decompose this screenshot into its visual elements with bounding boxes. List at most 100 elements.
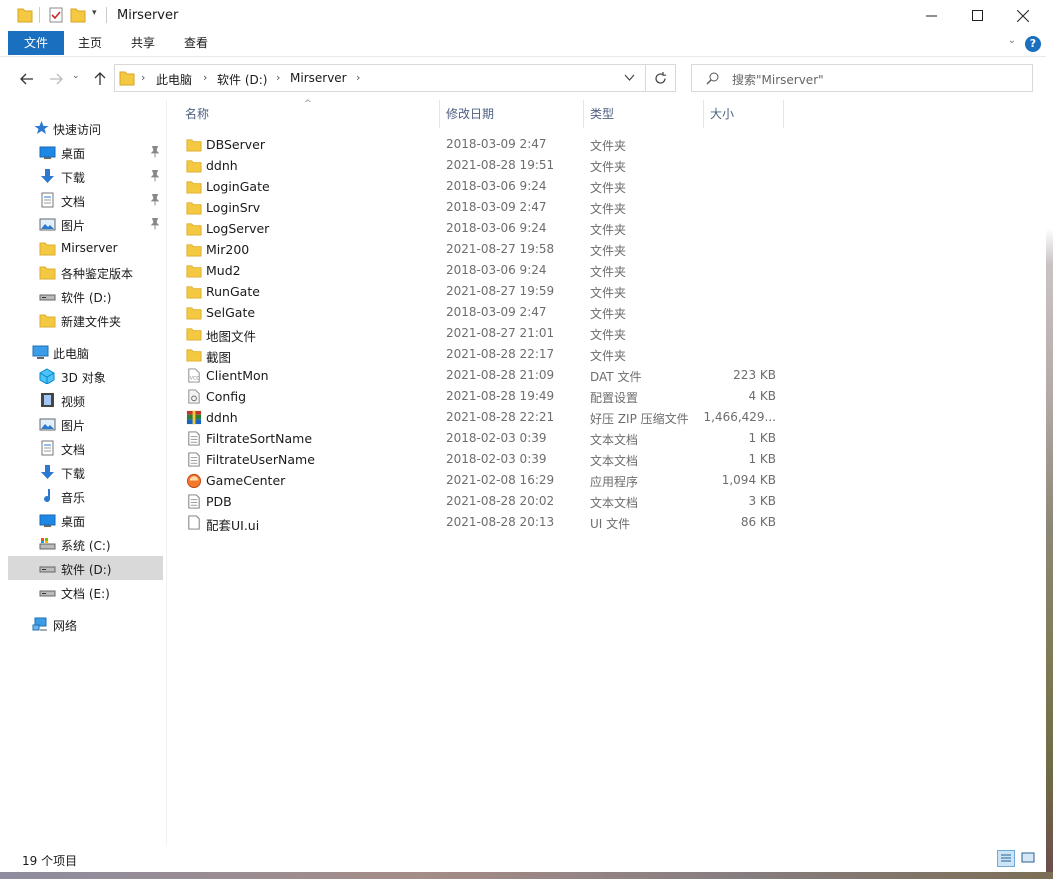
column-divider[interactable] <box>439 100 440 128</box>
breadcrumb-this-pc[interactable]: 此电脑 <box>156 71 192 88</box>
tab-share[interactable]: 共享 <box>123 31 163 55</box>
expand-ribbon-chevron-icon[interactable]: ⌄ <box>1008 35 1016 46</box>
sidebar-item-label: 桌面 <box>61 515 86 529</box>
recent-locations-chevron-icon[interactable]: ⌄ <box>72 71 80 81</box>
navigation-pane: 快速访问 桌面 下载 文档 图片 Mirserver 各种鉴定版本 软件 (D:) 新建文件夹… <box>0 100 167 845</box>
ribbon-tabs: 文件 主页 共享 查看 ⌄ ? <box>0 31 1046 56</box>
sidebar-item-quick[interactable]: 新建文件夹 <box>8 308 163 332</box>
file-row[interactable]: ddnh 2021-08-28 22:21 好压 ZIP 压缩文件 1,466,429… <box>178 407 1046 428</box>
file-row[interactable]: ddnh 2021-08-28 19:51 文件夹 <box>178 155 1046 176</box>
column-header-type[interactable]: 类型 <box>590 100 614 128</box>
column-divider[interactable] <box>583 100 584 128</box>
file-date: 2021-08-27 19:58 <box>446 242 555 256</box>
tab-home[interactable]: 主页 <box>70 31 110 55</box>
file-row[interactable]: SelGate 2018-03-09 2:47 文件夹 <box>178 302 1046 323</box>
file-row[interactable]: VCD ClientMon 2021-08-28 21:09 DAT 文件 223 KB <box>178 365 1046 386</box>
file-row[interactable]: PDB 2021-08-28 20:02 文本文档 3 KB <box>178 491 1046 512</box>
file-row[interactable]: GameCenter 2021-02-08 16:29 应用程序 1,094 KB <box>178 470 1046 491</box>
sidebar-item-pc[interactable]: 桌面 <box>8 508 163 532</box>
sidebar-item-quick[interactable]: Mirserver <box>8 236 163 260</box>
minimize-button[interactable] <box>908 0 954 31</box>
sidebar-item-pc[interactable]: 下载 <box>8 460 163 484</box>
file-row[interactable]: LoginGate 2018-03-06 9:24 文件夹 <box>178 176 1046 197</box>
download-icon <box>41 169 54 183</box>
file-row[interactable]: 地图文件 2021-08-27 21:01 文件夹 <box>178 323 1046 344</box>
up-button[interactable] <box>90 69 110 89</box>
sidebar-item-label: 视频 <box>61 395 86 409</box>
sidebar-item-label: 下载 <box>61 467 86 481</box>
file-row[interactable]: Config 2021-08-28 19:49 配置设置 4 KB <box>178 386 1046 407</box>
sidebar-item-pc[interactable]: 文档 <box>8 436 163 460</box>
forward-button[interactable] <box>46 69 66 89</box>
sidebar-item-quick[interactable]: 各种鉴定版本 <box>8 260 163 284</box>
customize-toolbar-icon[interactable]: ▾ <box>92 8 97 18</box>
sidebar-item-quick-access[interactable]: 快速访问 <box>8 116 163 140</box>
config-file-icon <box>188 389 200 404</box>
file-type: 文件夹 <box>590 265 627 279</box>
new-folder-icon[interactable] <box>70 6 86 24</box>
address-bar[interactable]: › 此电脑 › 软件 (D:) › Mirserver › <box>114 64 676 92</box>
sidebar-item-pc[interactable]: 系统 (C:) <box>8 532 163 556</box>
maximize-button[interactable] <box>954 0 1000 31</box>
folder-icon <box>17 8 33 23</box>
properties-icon[interactable] <box>48 6 64 24</box>
file-type: 配置设置 <box>590 391 639 405</box>
help-icon[interactable]: ? <box>1025 36 1041 52</box>
picture-icon <box>39 218 56 231</box>
address-history-chevron-icon[interactable] <box>624 72 635 83</box>
column-header-size[interactable]: 大小 <box>710 100 734 128</box>
column-header-name[interactable]: 名称 <box>185 100 209 128</box>
file-row[interactable]: Mud2 2018-03-06 9:24 文件夹 <box>178 260 1046 281</box>
column-divider[interactable] <box>703 100 704 128</box>
column-divider[interactable] <box>783 100 784 128</box>
sidebar-item-pc[interactable]: 软件 (D:) <box>8 556 163 580</box>
file-row[interactable]: RunGate 2021-08-27 19:59 文件夹 <box>178 281 1046 302</box>
pin-icon[interactable] <box>149 217 161 231</box>
file-row[interactable]: FiltrateSortName 2018-02-03 0:39 文本文档 1 KB <box>178 428 1046 449</box>
computer-icon <box>32 345 49 359</box>
column-header-date[interactable]: 修改日期 <box>446 100 494 128</box>
file-row[interactable]: 截图 2021-08-28 22:17 文件夹 <box>178 344 1046 365</box>
file-row[interactable]: LogServer 2018-03-06 9:24 文件夹 <box>178 218 1046 239</box>
pin-icon[interactable] <box>149 169 161 183</box>
pin-icon[interactable] <box>149 193 161 207</box>
file-row[interactable]: FiltrateUserName 2018-02-03 0:39 文本文档 1 KB <box>178 449 1046 470</box>
back-button[interactable] <box>17 69 37 89</box>
details-view-button[interactable] <box>997 850 1015 867</box>
sidebar-item-quick[interactable]: 图片 <box>8 212 163 236</box>
breadcrumb-separator[interactable]: › <box>356 71 360 84</box>
pin-icon[interactable] <box>149 145 161 159</box>
sidebar-item-pc[interactable]: 视频 <box>8 388 163 412</box>
sidebar-item-network[interactable]: 网络 <box>8 612 163 636</box>
sidebar-item-quick[interactable]: 文档 <box>8 188 163 212</box>
close-button[interactable] <box>1000 0 1046 31</box>
file-row[interactable]: DBServer 2018-03-09 2:47 文件夹 <box>178 134 1046 155</box>
file-row[interactable]: Mir200 2021-08-27 19:58 文件夹 <box>178 239 1046 260</box>
breadcrumb-separator[interactable]: › <box>203 71 207 84</box>
file-row[interactable]: LoginSrv 2018-03-09 2:47 文件夹 <box>178 197 1046 218</box>
sidebar-item-quick[interactable]: 软件 (D:) <box>8 284 163 308</box>
breadcrumb-separator[interactable]: › <box>276 71 280 84</box>
sidebar-item-quick[interactable]: 下载 <box>8 164 163 188</box>
sidebar-item-quick[interactable]: 桌面 <box>8 140 163 164</box>
file-row[interactable]: 配套UI.ui 2021-08-28 20:13 UI 文件 86 KB <box>178 512 1046 533</box>
sidebar-item-pc[interactable]: 3D 对象 <box>8 364 163 388</box>
3d-objects-icon <box>39 368 55 384</box>
up-arrow-icon <box>94 72 106 85</box>
sidebar-item-pc[interactable]: 音乐 <box>8 484 163 508</box>
breadcrumb-mirserver[interactable]: Mirserver <box>290 71 347 85</box>
refresh-button[interactable] <box>645 65 675 91</box>
sidebar-item-this-pc[interactable]: 此电脑 <box>8 340 163 364</box>
search-box[interactable]: 搜索"Mirserver" <box>691 64 1033 92</box>
breadcrumb-drive-d[interactable]: 软件 (D:) <box>217 71 267 88</box>
file-date: 2018-03-06 9:24 <box>446 221 547 235</box>
breadcrumb-separator[interactable]: › <box>141 71 145 84</box>
large-icons-view-button[interactable] <box>1020 850 1038 867</box>
video-icon <box>41 393 54 407</box>
tab-view[interactable]: 查看 <box>176 31 216 55</box>
file-list: ^ 名称 修改日期 类型 大小 DBServer 2018-03-09 2:47 文… <box>178 99 1046 845</box>
sidebar-item-pc[interactable]: 图片 <box>8 412 163 436</box>
tab-file[interactable]: 文件 <box>8 31 64 55</box>
navigation-bar: ⌄ › 此电脑 › 软件 (D:) › Mirserver › 搜索"Mirse… <box>0 56 1046 101</box>
sidebar-item-pc[interactable]: 文档 (E:) <box>8 580 163 604</box>
